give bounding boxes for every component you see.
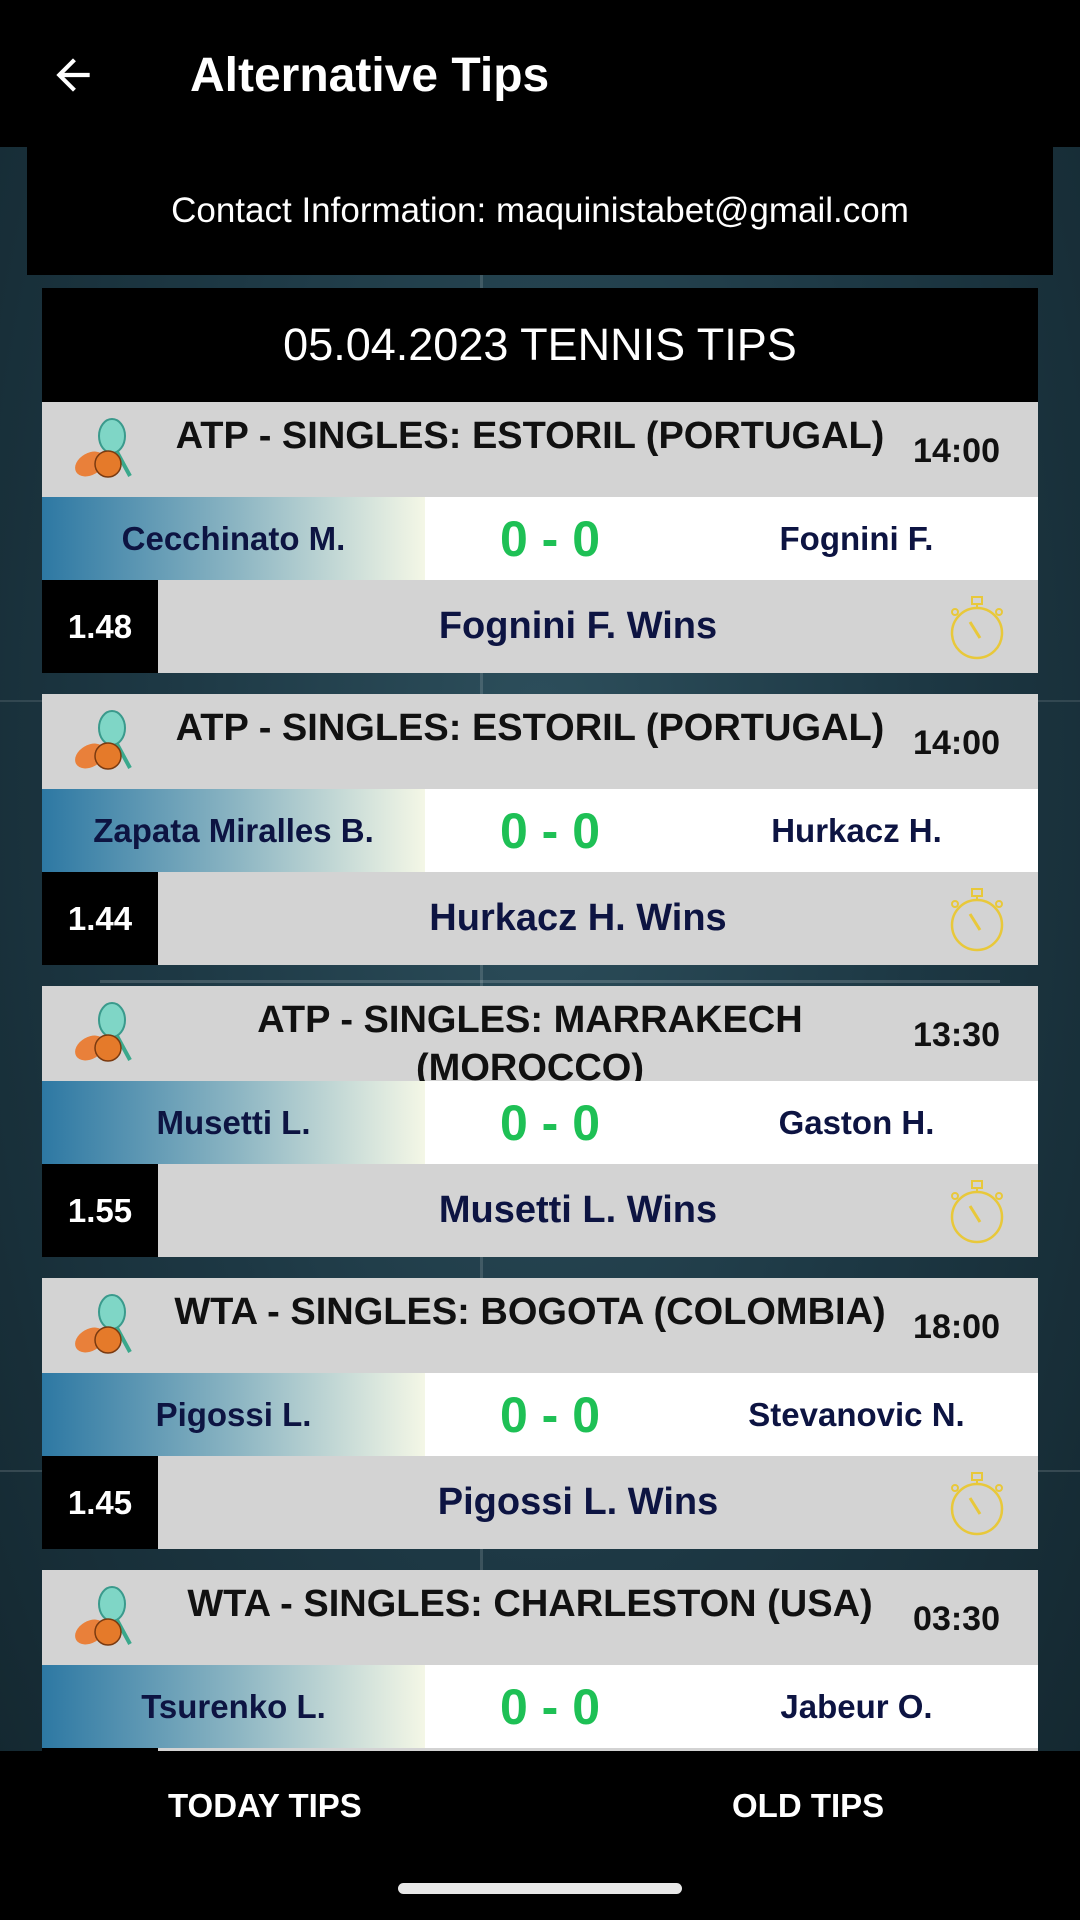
tip-card[interactable]: ATP - SINGLES: ESTORIL (PORTUGAL) 14:00 …: [42, 402, 1038, 673]
tip-card[interactable]: ATP - SINGLES: ESTORIL (PORTUGAL) 14:00 …: [42, 694, 1038, 965]
player-2: Stevanovic N.: [748, 1395, 965, 1433]
score: 0 - 0: [499, 1678, 601, 1735]
league-name: ATP - SINGLES: MARRAKECH (MOROCCO): [257, 999, 803, 1081]
today-tips-tab[interactable]: TODAY TIPS: [168, 1787, 362, 1825]
bottom-nav: TODAY TIPS OLD TIPS: [0, 1751, 1080, 1920]
score: 0 - 0: [499, 510, 601, 567]
match-time: 18:00: [913, 1308, 1000, 1346]
match-row: Zapata Miralles B. 0 - 0 Hurkacz H.: [42, 789, 1038, 872]
match-time: 13:30: [913, 1016, 1000, 1054]
match-row: Pigossi L. 0 - 0 Stevanovic N.: [42, 1373, 1038, 1456]
odds: 1.45: [42, 1456, 158, 1549]
sports-icon: [75, 1586, 132, 1646]
tip-pick: Musetti L. Wins: [438, 1189, 718, 1231]
tip-pick: Fognini F. Wins: [438, 605, 718, 647]
stopwatch-icon: [950, 596, 1004, 660]
player-1: Musetti L.: [156, 1103, 311, 1141]
score: 0 - 0: [499, 1386, 601, 1443]
match-time: 03:30: [913, 1600, 1000, 1638]
match-row: Tsurenko L. 0 - 0 Jabeur O.: [42, 1665, 1038, 1748]
player-1: Tsurenko L.: [141, 1687, 326, 1725]
tip-pick: Hurkacz H. Wins: [429, 897, 727, 939]
tip-pick: Pigossi L. Wins: [437, 1481, 719, 1523]
league-name: WTA - SINGLES: CHARLESTON (USA): [187, 1583, 873, 1625]
player-1: Pigossi L.: [155, 1395, 312, 1433]
odds: 1.48: [42, 580, 158, 673]
old-tips-tab[interactable]: OLD TIPS: [732, 1787, 884, 1825]
sports-icon: [75, 418, 132, 478]
sports-icon: [75, 1294, 132, 1354]
odds: 1.44: [42, 872, 158, 965]
contact-info: Contact Information: maquinistabet@gmail…: [27, 147, 1053, 275]
tip-row: 1.48 Fognini F. Wins: [42, 580, 1038, 673]
page-title: Alternative Tips: [190, 49, 550, 102]
sports-icon: [75, 1002, 132, 1062]
arrow-left-icon[interactable]: [48, 50, 98, 100]
odds: 1.55: [42, 1164, 158, 1257]
match-time: 14:00: [913, 432, 1000, 470]
tip-row: 1.55 Musetti L. Wins: [42, 1164, 1038, 1257]
card-header: WTA - SINGLES: CHARLESTON (USA) 03:30: [42, 1570, 1038, 1665]
home-indicator[interactable]: [398, 1883, 682, 1894]
league-name: ATP - SINGLES: ESTORIL (PORTUGAL): [175, 707, 885, 749]
tip-row: 1.44 Hurkacz H. Wins: [42, 872, 1038, 965]
tips-list[interactable]: 05.04.2023 TENNIS TIPS ATP - SINGLES: ES…: [42, 288, 1038, 1751]
card-header: ATP - SINGLES: ESTORIL (PORTUGAL) 14:00: [42, 402, 1038, 497]
player-2: Fognini F.: [779, 519, 934, 557]
player-2: Hurkacz H.: [771, 811, 942, 849]
player-1: Cecchinato M.: [121, 519, 346, 557]
match-time: 14:00: [913, 724, 1000, 762]
match-row: Musetti L. 0 - 0 Gaston H.: [42, 1081, 1038, 1164]
app-bar: Alternative Tips: [0, 0, 1080, 147]
card-header: ATP - SINGLES: ESTORIL (PORTUGAL) 14:00: [42, 694, 1038, 789]
player-1: Zapata Miralles B.: [93, 811, 374, 849]
player-2: Gaston H.: [778, 1103, 935, 1141]
card-header: WTA - SINGLES: BOGOTA (COLOMBIA) 18:00: [42, 1278, 1038, 1373]
tip-card[interactable]: ATP - SINGLES: MARRAKECH (MOROCCO) 13:30…: [42, 986, 1038, 1257]
league-name: WTA - SINGLES: BOGOTA (COLOMBIA): [174, 1291, 886, 1333]
day-header: 05.04.2023 TENNIS TIPS: [42, 288, 1038, 402]
tip-row: 1.45 Pigossi L. Wins: [42, 1456, 1038, 1549]
stopwatch-icon: [950, 888, 1004, 952]
score: 0 - 0: [499, 1094, 601, 1151]
match-row: Cecchinato M. 0 - 0 Fognini F.: [42, 497, 1038, 580]
tip-card[interactable]: WTA - SINGLES: CHARLESTON (USA) 03:30 Ts…: [42, 1570, 1038, 1751]
tip-card[interactable]: WTA - SINGLES: BOGOTA (COLOMBIA) 18:00 P…: [42, 1278, 1038, 1549]
stopwatch-icon: [950, 1472, 1004, 1536]
player-2: Jabeur O.: [780, 1687, 933, 1725]
stopwatch-icon: [950, 1180, 1004, 1244]
league-name: ATP - SINGLES: ESTORIL (PORTUGAL): [175, 415, 885, 457]
card-header: ATP - SINGLES: MARRAKECH (MOROCCO) 13:30: [42, 986, 1038, 1081]
sports-icon: [75, 710, 132, 770]
score: 0 - 0: [499, 802, 601, 859]
